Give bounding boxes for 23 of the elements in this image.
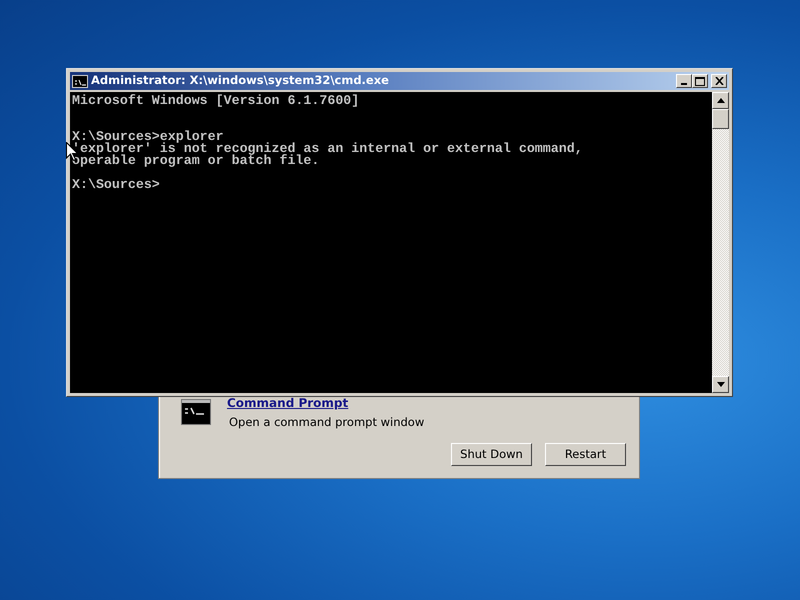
command-prompt-link[interactable]: Command Prompt <box>227 394 348 412</box>
up-arrow-icon <box>716 98 724 103</box>
close-icon <box>714 77 724 85</box>
shut-down-button[interactable]: Shut Down <box>451 443 532 466</box>
console-line: 'explorer' is not recognized as an internal or external command, <box>72 143 584 155</box>
console-area[interactable]: Microsoft Windows [Version 6.1.7600] X:\Sources>explorer 'explorer' is not recognized as an internal or external command, operable program or batch file. X:\Sources> <box>70 92 712 393</box>
scroll-thumb[interactable] <box>712 109 729 129</box>
scroll-up-button[interactable] <box>712 92 729 109</box>
maximize-icon <box>695 76 705 86</box>
down-arrow-icon <box>716 382 724 387</box>
window-title: Administrator: X:\windows\system32\cmd.exe <box>91 72 390 90</box>
console-line: X:\Sources> <box>72 179 161 191</box>
console-line: operable program or batch file. <box>72 155 320 167</box>
console-icon <box>72 74 88 88</box>
close-button[interactable] <box>711 74 727 88</box>
command-prompt-icon <box>181 399 211 425</box>
maximize-button[interactable] <box>692 74 708 88</box>
console-line: X:\Sources>explorer <box>72 131 224 143</box>
console-line: Microsoft Windows [Version 6.1.7600] <box>72 95 360 107</box>
minimize-button[interactable] <box>676 74 692 88</box>
tool-description: Open a command prompt window <box>229 414 424 431</box>
scroll-down-button[interactable] <box>712 376 729 393</box>
restart-button[interactable]: Restart <box>545 443 626 466</box>
